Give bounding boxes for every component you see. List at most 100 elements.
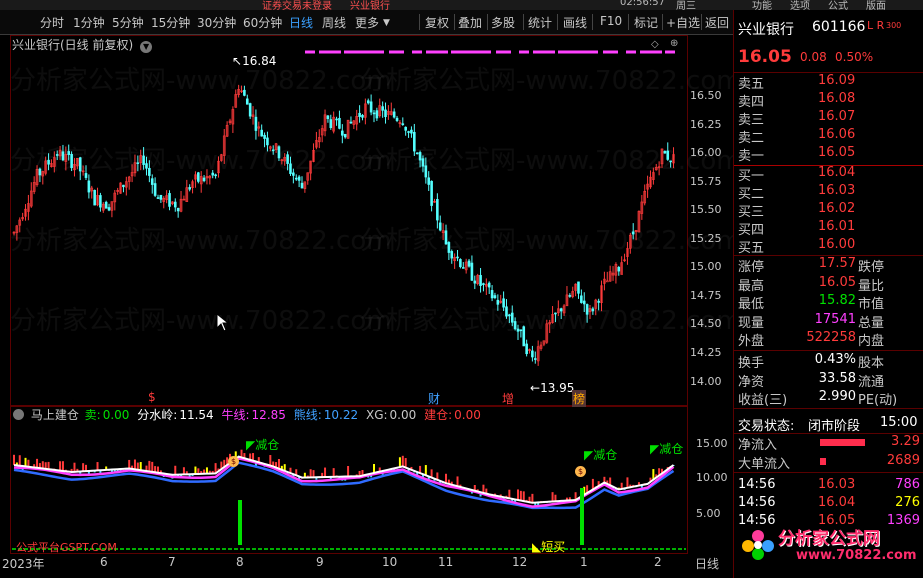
indicator-bar [404, 458, 407, 468]
trade-status-value: 闭市阶段 [808, 419, 861, 434]
stat-label-2: 总量 [858, 315, 885, 331]
candle-body [84, 173, 88, 178]
tick-row: 14:56 16.04 276 [736, 495, 922, 513]
signal-spike [238, 500, 242, 545]
stat-label-2: 流通 [858, 374, 885, 390]
ask-label: 卖一 [738, 149, 765, 164]
candle-body [490, 290, 494, 299]
candle-body [372, 112, 376, 115]
candle-body [358, 112, 361, 117]
candle-body [338, 118, 341, 129]
candle-body [329, 119, 333, 129]
bid-price: 16.00 [818, 237, 856, 252]
candle-body [605, 280, 609, 283]
indicator-item-value: 10.22 [323, 408, 359, 422]
kline-chart-svg[interactable] [0, 0, 733, 578]
pin-icon[interactable]: ⊕ [670, 38, 678, 49]
diamond-icon[interactable]: ◇ [651, 39, 659, 50]
candle-body [430, 180, 433, 206]
indicator-bar [148, 460, 151, 472]
candle-body [456, 256, 459, 259]
bid-row[interactable]: 买三 16.02 [736, 201, 922, 220]
ask-price: 16.05 [818, 145, 856, 160]
candle-body [415, 152, 419, 155]
stat-value: 16.05 [818, 274, 856, 290]
money-flow-row: 净流入 3.29 [736, 434, 922, 453]
indicator-bar [517, 489, 519, 500]
period-label[interactable]: 日线 [695, 555, 719, 572]
candle-body [597, 300, 600, 303]
indicator-item: 建仓: 0.00 [424, 408, 483, 422]
candle-body [38, 168, 42, 176]
candle-body [513, 321, 517, 330]
date-axis-label: 9 [316, 555, 324, 569]
signal-spike [580, 488, 584, 545]
ask-price: 16.06 [818, 127, 856, 142]
event-marker[interactable]: 财 [428, 390, 440, 407]
event-marker[interactable]: 增 [502, 390, 514, 407]
candle-body [286, 154, 289, 164]
indicator-name[interactable]: 马上建仓 [31, 408, 79, 422]
ask-row[interactable]: 卖一 16.05 [736, 145, 922, 164]
site-logo: 分析家公式网 www.70822.com [740, 520, 920, 570]
bid-row[interactable]: 买四 16.01 [736, 219, 922, 238]
candle-body [508, 314, 511, 317]
candle-body [254, 116, 258, 131]
stat-label-2: PE(动) [858, 393, 898, 408]
indicator-item-value: 12.85 [251, 408, 286, 422]
signal-text: 减仓 [659, 442, 684, 456]
event-marker[interactable]: $ [148, 390, 156, 404]
stat-value: 33.58 [818, 370, 856, 386]
indicator-bar [13, 454, 15, 465]
flow-bar [820, 458, 826, 465]
indicator-bar [531, 493, 534, 503]
stat-label-2: 股本 [858, 356, 885, 371]
candle-body [401, 123, 405, 125]
last-price: 16.05 [738, 47, 792, 67]
flow-value: 2689 [886, 453, 920, 468]
bid-row[interactable]: 买一 16.04 [736, 165, 922, 184]
candle-body [142, 155, 145, 165]
indicator-item-label: XG: [365, 408, 388, 422]
price-change-pct: 0.50% [835, 50, 874, 64]
candle-body [522, 326, 526, 347]
flag-icon: ◤ [650, 442, 660, 456]
event-marker[interactable]: 榜 [572, 390, 587, 407]
stat-value: 15.82 [818, 293, 856, 308]
candle-body [617, 267, 621, 272]
low-price-label: ←13.95 [530, 381, 574, 395]
ask-row[interactable]: 卖五 16.09 [736, 73, 922, 92]
indicator-bar [424, 465, 427, 476]
indicator-bar [82, 463, 85, 472]
candle-body [427, 177, 431, 185]
indicator-bar [398, 457, 401, 468]
indicator-bar [456, 476, 459, 487]
candle-body [67, 151, 71, 155]
indicator-bar [626, 477, 629, 488]
mouse-cursor-icon [216, 313, 230, 332]
ask-row[interactable]: 卖二 16.06 [736, 127, 922, 146]
tick-time: 14:56 [738, 495, 776, 510]
ask-row[interactable]: 卖三 16.07 [736, 109, 922, 128]
candle-body [482, 283, 485, 285]
stat-row: 净资 33.58 流通 [736, 370, 922, 390]
ask-label: 卖三 [738, 113, 765, 128]
bid-row[interactable]: 买二 16.03 [736, 183, 922, 202]
candle-body [260, 129, 263, 137]
stat-label: 外盘 [738, 334, 765, 349]
ask-row[interactable]: 卖四 16.08 [736, 91, 922, 110]
ask-label: 卖五 [738, 77, 765, 92]
ask-price: 16.07 [818, 109, 856, 124]
candle-body [197, 172, 200, 182]
price-tick-label: 15.25 [690, 231, 722, 245]
indicator-item: XG: 0.00 [366, 408, 418, 422]
tick-price: 16.04 [818, 495, 856, 510]
candle-body [438, 222, 442, 231]
candle-body [104, 201, 108, 209]
indicator-bar [401, 455, 404, 467]
candle-body [418, 152, 422, 161]
bid-row[interactable]: 买五 16.00 [736, 237, 922, 256]
indicator-bar [482, 484, 485, 493]
settings-icon[interactable] [13, 409, 24, 420]
stat-label-2: 跌停 [858, 260, 885, 275]
